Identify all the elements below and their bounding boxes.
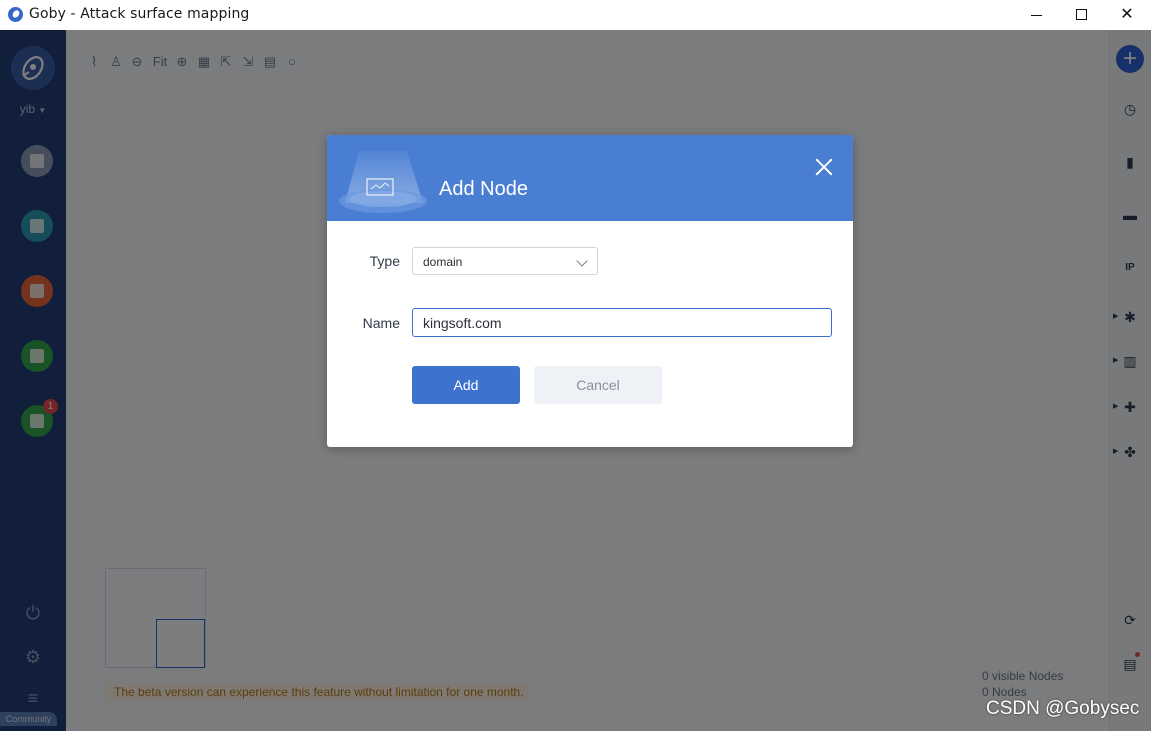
title-bar: Goby - Attack surface mapping ✕ xyxy=(0,0,1151,31)
window-title: Goby - Attack surface mapping xyxy=(29,6,250,22)
watermark: CSDN @Gobysec xyxy=(986,698,1140,719)
minimize-icon xyxy=(1031,15,1042,16)
cancel-button[interactable]: Cancel xyxy=(534,366,662,404)
chevron-down-icon xyxy=(576,255,588,267)
add-node-button[interactable]: Add xyxy=(412,366,520,404)
dialog-header-illustration xyxy=(339,151,427,213)
close-icon[interactable] xyxy=(813,156,835,178)
type-select[interactable]: domain xyxy=(412,247,598,275)
name-label: Name xyxy=(362,315,400,331)
type-label: Type xyxy=(369,253,400,269)
minimize-button[interactable] xyxy=(1013,0,1059,30)
type-select-value: domain xyxy=(423,255,463,269)
close-window-button[interactable]: ✕ xyxy=(1104,0,1150,30)
name-input[interactable] xyxy=(412,308,832,337)
dialog-title: Add Node xyxy=(439,178,528,200)
add-node-dialog: Add Node Type domain Name Add Cancel xyxy=(327,135,853,447)
maximize-icon xyxy=(1076,9,1087,20)
maximize-button[interactable] xyxy=(1058,0,1104,30)
dialog-header: Add Node xyxy=(327,135,853,221)
close-icon: ✕ xyxy=(1120,6,1134,23)
goby-app-icon xyxy=(8,7,23,22)
